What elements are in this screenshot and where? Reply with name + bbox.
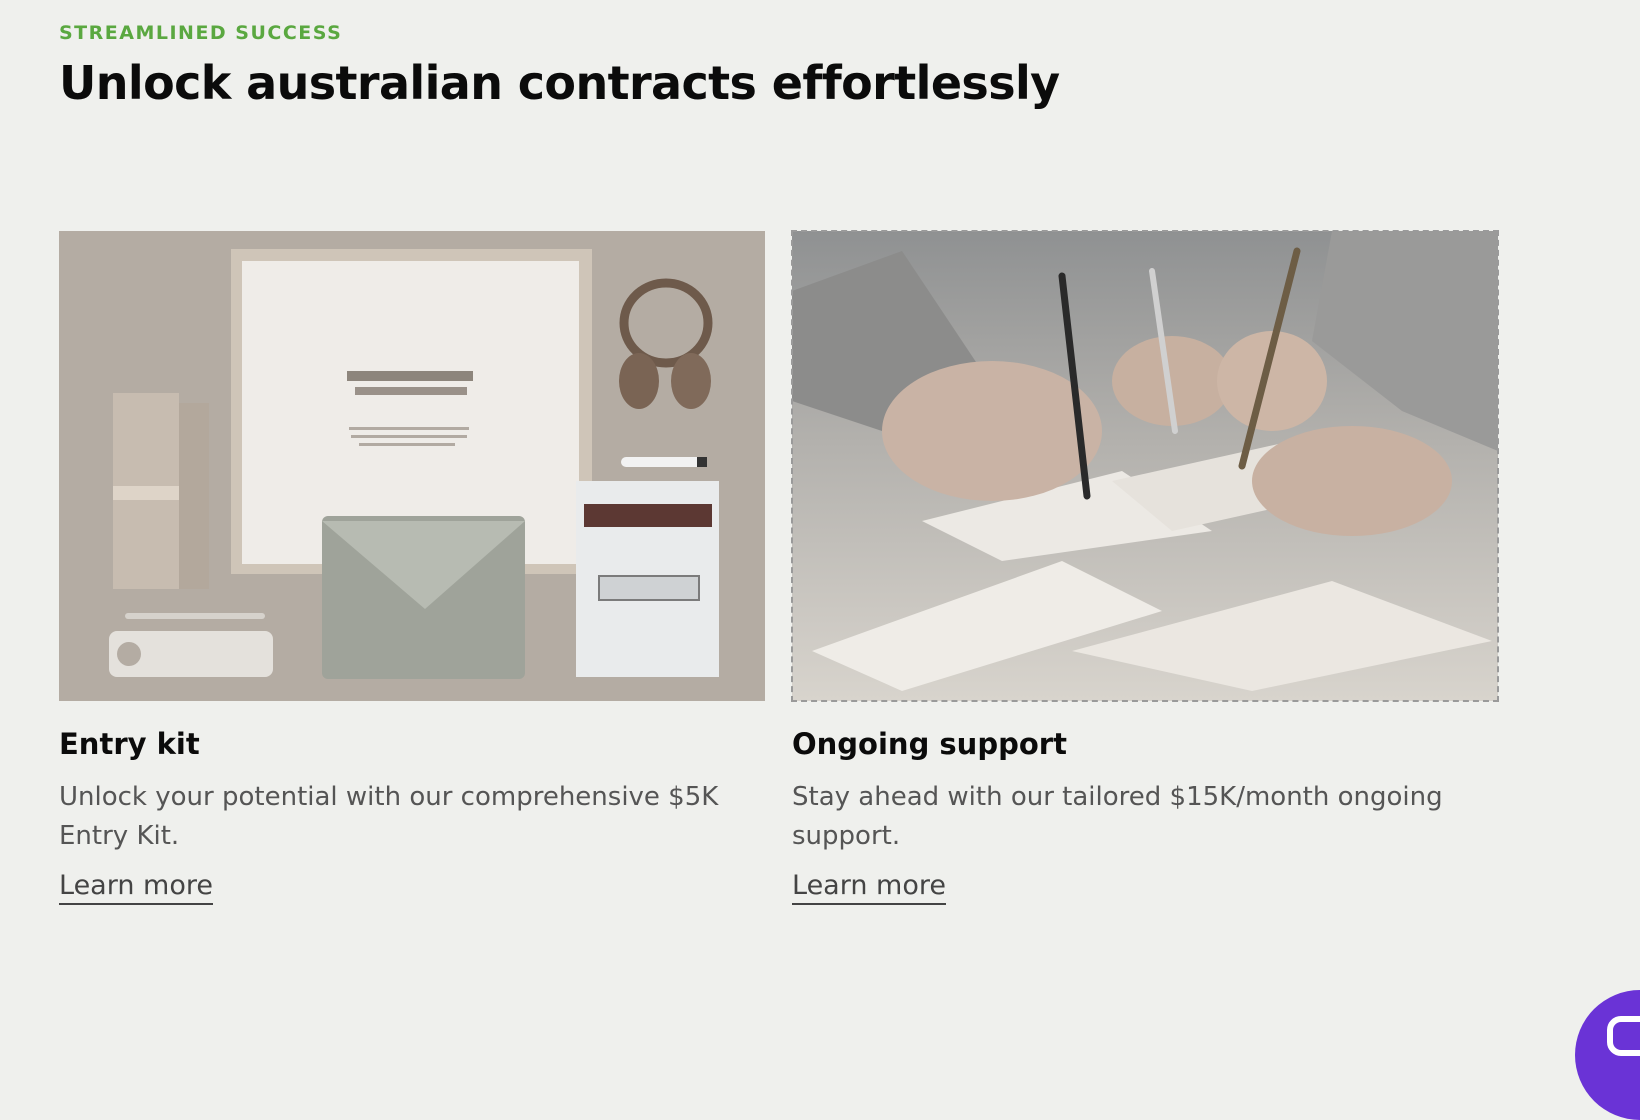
card-description: Unlock your potential with our comprehen… bbox=[59, 782, 719, 851]
card-image-signing-hands bbox=[791, 230, 1499, 702]
chat-icon bbox=[1607, 1016, 1640, 1056]
card-image-stationery-kit bbox=[59, 231, 765, 701]
card-description: Stay ahead with our tailored $15K/month … bbox=[792, 782, 1443, 851]
learn-more-link[interactable]: Learn more bbox=[792, 870, 946, 905]
chat-widget-button[interactable] bbox=[1575, 990, 1640, 1120]
section-headline: Unlock australian contracts effortlessly bbox=[59, 56, 1060, 110]
section-eyebrow: STREAMLINED SUCCESS bbox=[59, 22, 343, 44]
service-card-ongoing-support: Ongoing support Stay ahead with our tail… bbox=[791, 230, 1499, 905]
card-title: Ongoing support bbox=[792, 727, 1067, 761]
card-title: Entry kit bbox=[59, 727, 200, 761]
learn-more-link[interactable]: Learn more bbox=[59, 870, 213, 905]
service-card-entry-kit: Entry kit Unlock your potential with our… bbox=[59, 231, 765, 905]
